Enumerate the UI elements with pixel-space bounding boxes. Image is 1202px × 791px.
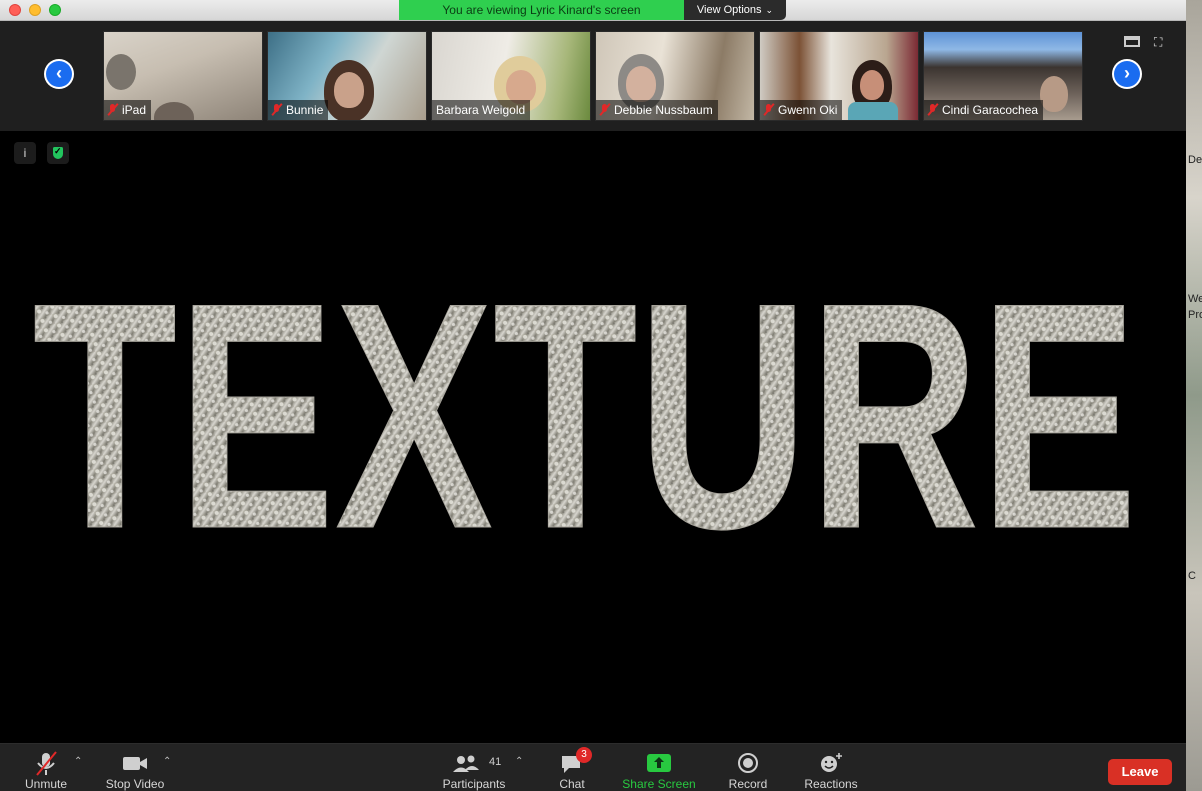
prev-page-button[interactable]: ‹ (44, 59, 74, 89)
participants-options-caret[interactable]: ⌃ (515, 756, 523, 767)
view-options-label: View Options (696, 4, 762, 16)
record-label: Record (728, 777, 768, 791)
desktop-background: De C We Pro C (1186, 0, 1202, 791)
desktop-text-fragment: Pro (1188, 309, 1202, 321)
participant-name: Debbie Nussbaum (614, 103, 713, 117)
participants-button[interactable]: 41 Participants (433, 744, 515, 791)
meeting-toolbar: Unmute ⌃ Stop Video ⌃ 41 Participants ⌃ … (0, 743, 1186, 791)
unmute-button[interactable]: Unmute (18, 744, 74, 791)
unmute-label: Unmute (24, 777, 68, 791)
muted-mic-icon (600, 104, 609, 115)
zoom-window: You are viewing Lyric Kinard's screen Vi… (0, 0, 1186, 791)
share-screen-button[interactable]: Share Screen (616, 744, 702, 791)
title-bar: You are viewing Lyric Kinard's screen Vi… (0, 0, 1186, 21)
participant-name: iPad (122, 103, 147, 117)
shared-screen-area: i TEXTURE (0, 131, 1186, 743)
close-window-button[interactable] (9, 4, 21, 16)
participant-name: Barbara Weigold (436, 103, 526, 117)
smiley-add-icon (821, 753, 842, 772)
share-screen-label: Share Screen (622, 777, 696, 791)
share-screen-icon (647, 754, 671, 772)
participant-tile-bunnie[interactable]: Bunnie (267, 31, 427, 121)
muted-mic-icon (272, 104, 281, 115)
record-button[interactable]: Record (720, 744, 776, 791)
participant-name: Gwenn Oki (778, 103, 838, 117)
desktop-text-fragment: We (1188, 293, 1202, 305)
participant-name: Bunnie (286, 103, 324, 117)
participant-name: Cindi Garacochea (942, 103, 1039, 117)
muted-mic-icon (108, 104, 117, 115)
participant-tile-gwenn-oki[interactable]: Gwenn Oki (759, 31, 919, 121)
muted-mic-icon (36, 751, 57, 776)
chevron-left-icon: ‹ (46, 61, 72, 87)
chat-button[interactable]: 3 Chat (548, 744, 596, 791)
reactions-label: Reactions (804, 777, 858, 791)
record-icon (738, 753, 758, 773)
participants-icon (453, 755, 479, 772)
participant-tile-barbara-weigold[interactable]: Barbara Weigold (431, 31, 591, 121)
video-options-caret[interactable]: ⌃ (163, 756, 171, 767)
viewing-screen-banner: You are viewing Lyric Kinard's screen (399, 0, 684, 20)
strip-controls: ⛶ (1124, 36, 1174, 50)
shared-content-title: TEXTURE (32, 237, 1138, 597)
fullscreen-icon[interactable]: ⛶ (1154, 36, 1166, 48)
texture-headline: TEXTURE (33, 237, 1138, 596)
participant-tile-debbie-nussbaum[interactable]: Debbie Nussbaum (595, 31, 755, 121)
leave-meeting-button[interactable]: Leave (1108, 759, 1172, 785)
desktop-text-fragment: De C (1188, 154, 1202, 166)
participants-count: 41 (489, 756, 502, 768)
chevron-right-icon: › (1114, 61, 1140, 87)
chat-label: Chat (559, 777, 585, 791)
stop-video-button[interactable]: Stop Video (98, 744, 172, 791)
maximize-window-button[interactable] (49, 4, 61, 16)
gallery-view-icon[interactable] (1124, 36, 1140, 47)
participant-strip: ‹ iPad Bunnie Barbara Weigold Debbie Nus… (0, 21, 1186, 131)
audio-options-caret[interactable]: ⌃ (74, 756, 82, 767)
participant-tile-ipad[interactable]: iPad (103, 31, 263, 121)
participant-tile-cindi-garacochea[interactable]: Cindi Garacochea (923, 31, 1083, 121)
view-options-menu[interactable]: View Options ⌄ (684, 0, 786, 20)
muted-mic-icon (764, 104, 773, 115)
minimize-window-button[interactable] (29, 4, 41, 16)
video-camera-icon (123, 757, 147, 770)
muted-mic-icon (928, 104, 937, 115)
next-page-button[interactable]: › (1112, 59, 1142, 89)
stop-video-label: Stop Video (105, 777, 165, 791)
participants-label: Participants (442, 777, 506, 791)
chat-unread-badge: 3 (576, 747, 592, 763)
reactions-button[interactable]: Reactions (798, 744, 864, 791)
desktop-text-fragment: C (1188, 570, 1196, 582)
chevron-down-icon: ⌄ (765, 5, 774, 15)
